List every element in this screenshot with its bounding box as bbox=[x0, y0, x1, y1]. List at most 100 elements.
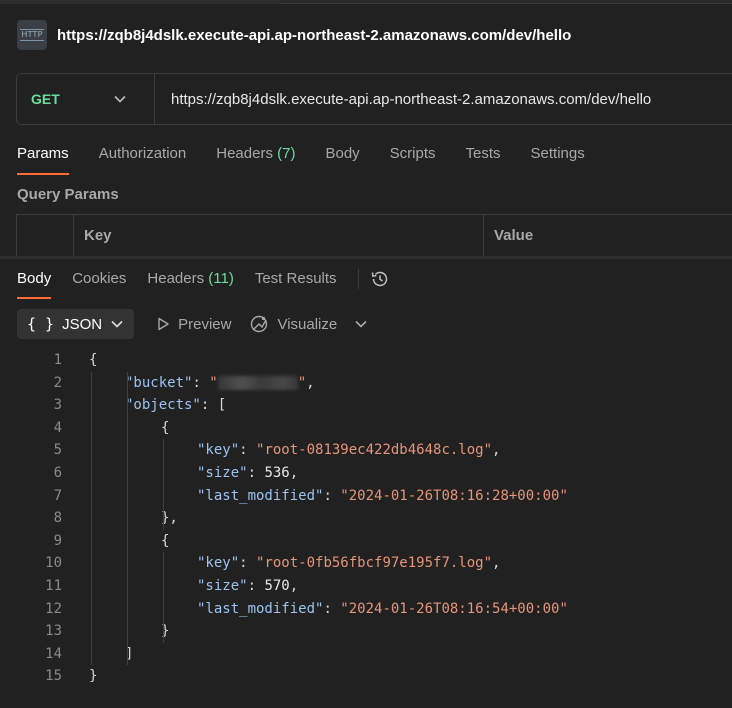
code-token: "2024-01-26T08:16:28+00:00" bbox=[340, 487, 568, 504]
line-number: 7 bbox=[53, 487, 62, 504]
line-number: 10 bbox=[45, 555, 62, 572]
tab-tests[interactable]: Tests bbox=[466, 143, 501, 175]
code-line: 6 "size": 536, bbox=[0, 462, 732, 485]
code-line: 7 "last_modified": "2024-01-26T08:16:28+0… bbox=[0, 485, 732, 508]
redacted-value bbox=[217, 375, 298, 390]
indent-guide bbox=[163, 552, 164, 643]
tab-params[interactable]: Params bbox=[17, 143, 69, 175]
code-token: 536 bbox=[264, 464, 290, 481]
line-number: 12 bbox=[45, 600, 62, 617]
code-line: 3 "objects": [ bbox=[0, 394, 732, 417]
url-input[interactable]: https://zqb8j4dslk.execute-api.ap-northe… bbox=[155, 91, 651, 108]
response-toolbar: { } JSON Preview Visualize bbox=[17, 309, 367, 339]
code-token: { bbox=[89, 352, 98, 368]
code-token: " bbox=[209, 374, 218, 391]
indent-guide bbox=[127, 416, 128, 643]
code-token: 570 bbox=[264, 577, 290, 594]
line-number: 13 bbox=[45, 623, 62, 640]
code-token: : bbox=[323, 600, 341, 617]
tab-label: Test Results bbox=[254, 270, 337, 287]
code-line: 4{ bbox=[0, 417, 732, 440]
response-tab-test-results[interactable]: Test Results bbox=[255, 268, 337, 299]
code-token: "key" bbox=[197, 555, 240, 572]
format-select[interactable]: { } JSON bbox=[17, 309, 135, 339]
query-params-value-header: Value bbox=[484, 215, 732, 256]
tab-label: Headers bbox=[216, 145, 273, 162]
tab-authorization[interactable]: Authorization bbox=[99, 143, 187, 175]
history-icon[interactable] bbox=[369, 268, 391, 290]
line-number: 2 bbox=[53, 374, 62, 391]
tab-body[interactable]: Body bbox=[325, 143, 359, 175]
tab-scripts[interactable]: Scripts bbox=[390, 143, 436, 175]
tab-label: Tests bbox=[465, 145, 501, 162]
code-line: 2 "bucket": " ", bbox=[0, 372, 732, 395]
line-number: 3 bbox=[53, 397, 62, 414]
code-token: , bbox=[492, 555, 501, 572]
code-text: "last_modified": "2024-01-26T08:16:54+00… bbox=[197, 598, 568, 621]
code-token: : bbox=[192, 374, 210, 391]
code-line: 10 "key": "root-0fb56fbcf97e195f7.log", bbox=[0, 552, 732, 575]
code-token: "root-08139ec422db4648c.log" bbox=[256, 442, 493, 459]
query-params-table: Key Value bbox=[16, 214, 732, 256]
query-params-checkbox-column bbox=[17, 215, 74, 256]
tab-label: Params bbox=[17, 145, 69, 162]
code-token: : bbox=[239, 555, 257, 572]
tab-settings[interactable]: Settings bbox=[531, 143, 585, 175]
code-token: "last_modified" bbox=[197, 600, 324, 617]
method-selector[interactable]: GET bbox=[17, 74, 155, 124]
tab-headers[interactable]: Headers (7) bbox=[216, 143, 295, 175]
code-line: 14] bbox=[0, 643, 732, 666]
visualize-button[interactable]: Visualize bbox=[249, 314, 337, 334]
code-token: " bbox=[297, 374, 307, 391]
response-body-editor[interactable]: 1{2 "bucket": " ", 3 "objects": [4{5 "key": "… bbox=[0, 349, 732, 688]
code-token: { bbox=[161, 532, 170, 549]
code-text: "key": "root-0fb56fbcf97e195f7.log", bbox=[197, 552, 500, 575]
pane-divider[interactable] bbox=[0, 256, 732, 259]
line-number: 1 bbox=[53, 352, 62, 368]
code-line: 13} bbox=[0, 620, 732, 643]
play-icon bbox=[158, 317, 169, 331]
code-token: : [ bbox=[200, 397, 227, 414]
code-text: } bbox=[89, 665, 97, 688]
line-number: 5 bbox=[53, 442, 62, 459]
code-token: "objects" bbox=[125, 397, 201, 414]
tab-label: Authorization bbox=[98, 145, 187, 162]
code-token: , bbox=[306, 374, 315, 391]
tab-label: Headers bbox=[147, 270, 205, 287]
chevron-down-icon bbox=[108, 315, 126, 333]
format-label: JSON bbox=[62, 315, 103, 333]
code-token: : bbox=[239, 442, 257, 459]
preview-button[interactable]: Preview bbox=[156, 316, 231, 333]
code-token: : bbox=[247, 464, 265, 481]
code-text: "key": "root-08139ec422db4648c.log", bbox=[197, 439, 500, 462]
code-token: : bbox=[323, 487, 341, 504]
tab-count: (11) bbox=[208, 270, 234, 287]
query-params-key-header: Key bbox=[74, 215, 484, 256]
code-line: 15} bbox=[0, 665, 732, 688]
request-title[interactable]: https://zqb8j4dslk.execute-api.ap-northe… bbox=[57, 27, 571, 44]
http-icon: HTTP bbox=[17, 20, 47, 50]
response-tab-body[interactable]: Body bbox=[17, 268, 52, 299]
code-line: 1{ bbox=[0, 349, 732, 372]
tab-count: (7) bbox=[277, 145, 296, 162]
code-token: "2024-01-26T08:16:54+00:00" bbox=[340, 600, 568, 617]
tab-label: Cookies bbox=[72, 270, 127, 287]
line-number: 8 bbox=[53, 510, 62, 527]
line-number: 15 bbox=[45, 668, 62, 685]
code-token: "size" bbox=[197, 464, 248, 481]
indent-guide bbox=[91, 371, 92, 666]
code-token: , bbox=[492, 442, 501, 459]
code-token: "root-0fb56fbcf97e195f7.log" bbox=[256, 555, 493, 572]
response-tab-cookies[interactable]: Cookies bbox=[72, 268, 126, 299]
code-text: "objects": [ bbox=[125, 394, 226, 417]
line-number: 6 bbox=[53, 464, 62, 481]
response-tab-headers[interactable]: Headers (11) bbox=[147, 268, 233, 299]
code-token: , bbox=[289, 577, 299, 594]
visualize-options-chevron-icon[interactable] bbox=[355, 320, 367, 328]
code-token: "bucket" bbox=[125, 374, 193, 391]
indent-guide bbox=[163, 439, 164, 530]
code-line: 11 "size": 570, bbox=[0, 575, 732, 598]
code-line: 5 "key": "root-08139ec422db4648c.log", bbox=[0, 439, 732, 462]
code-line: 8}, bbox=[0, 507, 732, 530]
tab-label: Body bbox=[17, 270, 52, 287]
